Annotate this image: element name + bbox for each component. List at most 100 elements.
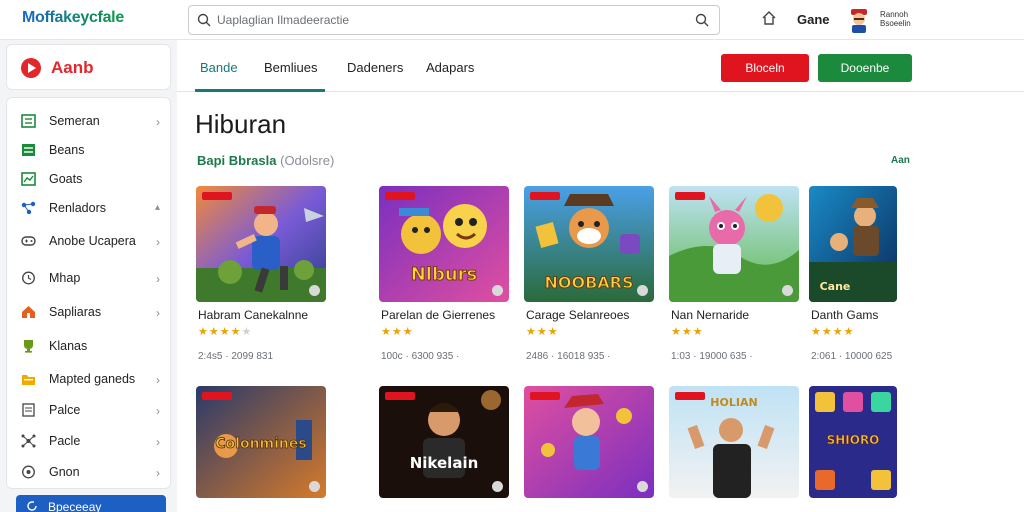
- game-meta: 2:061 · 10000 625: [811, 351, 893, 362]
- game-card[interactable]: NOOBARS Carage Selanreoes ★★★ 2486 · 160…: [524, 186, 654, 376]
- rating-stars: ★★★★: [811, 326, 855, 338]
- search-submit-icon[interactable]: [695, 13, 709, 27]
- rating-stars: ★★★: [671, 326, 704, 338]
- top-bar: Moffakeycfale Uaplaglian Ilmadeeractie G…: [0, 0, 1024, 40]
- sidebar-item-anobe-ucapera[interactable]: Anobe Ucapera ›: [7, 227, 172, 255]
- sidebar-item-goats[interactable]: Goats: [7, 165, 172, 193]
- play-icon[interactable]: [637, 481, 648, 492]
- page-icon: [22, 403, 35, 417]
- chevron-right-icon: ›: [156, 435, 160, 449]
- brand-card[interactable]: Aanb: [6, 44, 171, 90]
- game-meta: 1:03 · 19000 635 ·: [671, 351, 753, 362]
- gamepad-icon: [21, 236, 36, 246]
- refresh-icon: [27, 501, 37, 511]
- list-icon: [22, 144, 35, 156]
- new-badge: [675, 192, 705, 200]
- tab-bar: Bande Bemliues Dadeners Adapars Bloceln …: [177, 40, 1024, 92]
- active-tab-indicator: [195, 89, 325, 92]
- game-thumbnail[interactable]: [524, 386, 654, 498]
- art-title: NOOBARS: [544, 273, 633, 292]
- game-link[interactable]: Gane: [797, 12, 830, 27]
- settings-icon: [22, 465, 35, 479]
- game-card[interactable]: Nan Nernaride ★★★ 1:03 · 19000 635 ·: [669, 186, 799, 376]
- game-thumbnail[interactable]: NOOBARS: [524, 186, 654, 302]
- search-input[interactable]: Uaplaglian Ilmadeeractie: [217, 13, 349, 27]
- art-title: HOLIAN: [710, 396, 757, 409]
- search-icon: [197, 13, 211, 27]
- avatar[interactable]: [847, 7, 871, 33]
- art-title: Nikelain: [410, 454, 479, 472]
- art-title: Cane: [820, 280, 851, 293]
- game-card[interactable]: Nikelain: [379, 386, 509, 502]
- page-title: Hiburan: [195, 109, 287, 139]
- chevron-right-icon: ›: [156, 272, 160, 286]
- chevron-right-icon: ›: [156, 404, 160, 418]
- new-badge: [385, 192, 415, 200]
- tab-dadeners[interactable]: Dadeners: [347, 60, 403, 75]
- home-icon[interactable]: [761, 10, 777, 26]
- game-card[interactable]: HOLIAN: [669, 386, 799, 502]
- sidebar-cta-button[interactable]: Bpeceeay: [16, 495, 166, 512]
- game-thumbnail[interactable]: Cane: [809, 186, 897, 302]
- home-icon: [22, 306, 35, 318]
- tab-bemliues[interactable]: Bemliues: [264, 60, 317, 75]
- game-card[interactable]: [524, 386, 654, 502]
- play-icon[interactable]: [492, 285, 503, 296]
- rating-stars: ★★★: [526, 326, 559, 338]
- search-bar[interactable]: Uaplaglian Ilmadeeractie: [188, 5, 720, 35]
- sidebar-item-mhap[interactable]: Mhap ›: [7, 264, 172, 292]
- game-meta: 100c · 6300 935 ·: [381, 351, 460, 362]
- chevron-right-icon: ›: [156, 466, 160, 480]
- game-meta: 2:4s5 · 2099 831: [198, 351, 274, 362]
- sidebar-item-semeran[interactable]: Semeran ›: [7, 107, 172, 135]
- game-thumbnail[interactable]: Colonmines: [196, 386, 326, 498]
- play-icon[interactable]: [309, 285, 320, 296]
- play-icon[interactable]: [782, 285, 793, 296]
- game-meta: 2486 · 16018 935 ·: [526, 351, 611, 362]
- play-icon[interactable]: [637, 285, 648, 296]
- app-logo[interactable]: Moffakeycfale: [22, 9, 124, 27]
- network-icon: [21, 434, 36, 448]
- game-thumbnail[interactable]: Nlburs: [379, 186, 509, 302]
- red-action-button[interactable]: Bloceln: [721, 54, 809, 82]
- tab-bande[interactable]: Bande: [200, 60, 238, 75]
- game-thumbnail[interactable]: [669, 186, 799, 302]
- game-thumbnail[interactable]: SHIORO: [809, 386, 897, 498]
- game-card[interactable]: Colonmines: [196, 386, 326, 502]
- game-card[interactable]: SHIORO: [809, 386, 939, 502]
- grid-icon: [21, 114, 36, 128]
- sidebar-item-mapted-ganeds[interactable]: Mapted ganeds ›: [7, 365, 172, 393]
- game-title: Danth Gams: [811, 308, 879, 322]
- sidebar-item-palce[interactable]: Palce ›: [7, 396, 172, 424]
- brand-name: Aanb: [51, 58, 94, 77]
- game-thumbnail[interactable]: [196, 186, 326, 302]
- chevron-up-icon: ▴: [154, 202, 160, 213]
- game-title: Carage Selanreoes: [526, 308, 630, 322]
- game-thumbnail[interactable]: HOLIAN: [669, 386, 799, 498]
- art-title: SHIORO: [827, 433, 880, 447]
- game-card[interactable]: Nlburs Parelan de Gierrenes ★★★ 100c · 6…: [379, 186, 509, 376]
- sidebar-item-sapliaras[interactable]: Sapliaras ›: [7, 298, 172, 326]
- new-badge: [675, 392, 705, 400]
- sidebar-item-gnon[interactable]: Gnon ›: [7, 458, 172, 486]
- game-card[interactable]: Habram Canekalnne ★★★★★ 2:4s5 · 2099 831: [196, 186, 326, 376]
- sidebar-item-pacle[interactable]: Pacle ›: [7, 427, 172, 455]
- chart-icon: [21, 172, 36, 186]
- game-card[interactable]: Cane Danth Gams ★★★★ 2:061 · 10000 625: [809, 186, 939, 376]
- section-title: Bapi Bbrasla (Odolsre): [197, 153, 335, 168]
- play-icon[interactable]: [309, 481, 320, 492]
- green-action-button[interactable]: Dooenbe: [818, 54, 912, 82]
- play-icon[interactable]: [492, 481, 503, 492]
- rating-stars: ★★★: [381, 326, 414, 338]
- sidebar-item-beans[interactable]: Beans: [7, 136, 172, 164]
- tab-adapars[interactable]: Adapars: [426, 60, 474, 75]
- sidebar-item-renladors[interactable]: Renladors ▴: [7, 194, 172, 222]
- sidebar-item-klanas[interactable]: Klanas: [7, 332, 172, 360]
- chevron-right-icon: ›: [156, 306, 160, 320]
- new-badge: [530, 392, 560, 400]
- user-name[interactable]: Rannoh Bsoeelin: [880, 10, 911, 28]
- chevron-right-icon: ›: [156, 115, 160, 129]
- see-all-link[interactable]: Aan: [891, 155, 910, 166]
- game-thumbnail[interactable]: Nikelain: [379, 386, 509, 498]
- trophy-icon: [24, 340, 33, 353]
